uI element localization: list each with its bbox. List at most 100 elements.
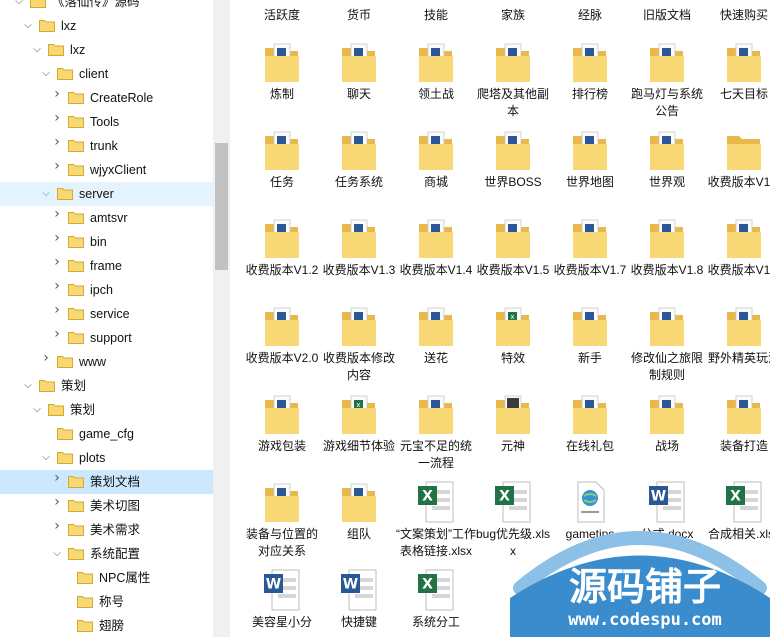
chevron-right-icon[interactable]: › — [41, 351, 51, 365]
file-item[interactable]: W 快捷键 — [319, 566, 399, 637]
file-label[interactable]: 快速购买 — [704, 7, 770, 24]
tree-item[interactable]: NPC属性 — [0, 566, 213, 590]
file-item[interactable]: x 游戏细节体验 — [319, 390, 399, 476]
file-label[interactable]: 技能 — [396, 7, 476, 24]
tree-item[interactable]: › amtsvr — [0, 206, 213, 230]
chevron-down-icon[interactable]: ⌵ — [41, 453, 51, 463]
chevron-right-icon[interactable]: › — [52, 111, 62, 125]
file-item[interactable]: 爬塔及其他副本 — [473, 38, 553, 124]
tree-item[interactable]: › 美术需求 — [0, 518, 213, 542]
chevron-right-icon[interactable]: › — [52, 207, 62, 221]
file-item[interactable]: W 美容星小分 — [242, 566, 322, 637]
file-item[interactable]: 装备与位置的对应关系 — [242, 478, 322, 564]
file-item[interactable]: 收费版本V1.1 — [704, 126, 770, 212]
chevron-right-icon[interactable]: › — [52, 255, 62, 269]
chevron-right-icon[interactable]: › — [52, 135, 62, 149]
file-item[interactable]: 排行榜 — [550, 38, 630, 124]
file-item[interactable]: 收费版本V1.3 — [319, 214, 399, 300]
file-item[interactable]: 收费版本V1.7 — [550, 214, 630, 300]
file-label[interactable]: 经脉 — [550, 7, 630, 24]
tree-item[interactable]: 翅膀 — [0, 614, 213, 637]
tree-item[interactable]: › wjyxClient — [0, 158, 213, 182]
file-item[interactable]: 元神 — [473, 390, 553, 476]
chevron-right-icon[interactable]: › — [52, 495, 62, 509]
tree-item[interactable]: ⌵ 系统配置 — [0, 542, 213, 566]
nav-scrollbar-thumb[interactable] — [215, 143, 228, 270]
tree-item[interactable]: ⌵ lxz — [0, 14, 213, 38]
file-item[interactable]: 世界BOSS — [473, 126, 553, 212]
tree-item[interactable]: › 策划文档 — [0, 470, 213, 494]
file-item[interactable]: 世界地图 — [550, 126, 630, 212]
file-item[interactable]: 游戏包装 — [242, 390, 322, 476]
file-label[interactable]: 家族 — [473, 7, 553, 24]
tree-item[interactable]: ⌵ 策划 — [0, 398, 213, 422]
file-item[interactable]: 炼制 — [242, 38, 322, 124]
chevron-right-icon[interactable]: › — [52, 519, 62, 533]
file-item[interactable]: 装备打造 — [704, 390, 770, 476]
chevron-down-icon[interactable]: ⌵ — [41, 189, 51, 199]
tree-item[interactable]: ⌵ lxz — [0, 38, 213, 62]
chevron-right-icon[interactable]: › — [52, 231, 62, 245]
file-item[interactable]: 聊天 — [319, 38, 399, 124]
tree-item[interactable]: › service — [0, 302, 213, 326]
chevron-down-icon[interactable]: ⌵ — [52, 549, 62, 559]
tree-item[interactable]: › www — [0, 350, 213, 374]
chevron-down-icon[interactable]: ⌵ — [32, 45, 42, 55]
file-item[interactable]: 领土战 — [396, 38, 476, 124]
tree-item[interactable]: ⌵ client — [0, 62, 213, 86]
file-item[interactable]: 收费版本V1.2 — [242, 214, 322, 300]
file-item[interactable]: 收费版本V2.0 — [242, 302, 322, 388]
file-item[interactable]: 世界观 — [627, 126, 707, 212]
file-item[interactable]: X 系统分工 — [396, 566, 476, 637]
file-item[interactable]: 跑马灯与系统公告 — [627, 38, 707, 124]
tree-item[interactable]: › CreateRole — [0, 86, 213, 110]
file-item[interactable]: X “文案策划”工作表格链接.xlsx — [396, 478, 476, 564]
chevron-right-icon[interactable]: › — [52, 279, 62, 293]
file-item[interactable]: 收费版本V1.5 — [473, 214, 553, 300]
file-item[interactable]: 修改仙之旅限制规则 — [627, 302, 707, 388]
file-item[interactable]: 在线礼包 — [550, 390, 630, 476]
file-item[interactable]: 收费版本V1.4 — [396, 214, 476, 300]
chevron-down-icon[interactable]: ⌵ — [14, 0, 24, 7]
chevron-down-icon[interactable]: ⌵ — [23, 21, 33, 31]
nav-scrollbar[interactable] — [213, 0, 230, 637]
file-item[interactable]: 任务 — [242, 126, 322, 212]
file-item[interactable]: 收费版本V1.9 — [704, 214, 770, 300]
tree-item[interactable]: › bin — [0, 230, 213, 254]
chevron-right-icon[interactable]: › — [52, 87, 62, 101]
chevron-down-icon[interactable]: ⌵ — [41, 69, 51, 79]
tree-item[interactable]: ⌵ 策划 — [0, 374, 213, 398]
tree-item[interactable]: ⌵ 《落仙传》源码 — [0, 0, 213, 14]
file-item[interactable]: 元宝不足的统一流程 — [396, 390, 476, 476]
chevron-right-icon[interactable]: › — [52, 471, 62, 485]
chevron-right-icon[interactable]: › — [52, 327, 62, 341]
tree-item[interactable]: › support — [0, 326, 213, 350]
file-label[interactable]: 活跃度 — [242, 7, 322, 24]
chevron-down-icon[interactable]: ⌵ — [23, 381, 33, 391]
file-item[interactable]: 任务系统 — [319, 126, 399, 212]
file-item[interactable]: 商城 — [396, 126, 476, 212]
file-label[interactable]: 货币 — [319, 7, 399, 24]
file-item[interactable]: 七天目标 — [704, 38, 770, 124]
tree-item[interactable]: › Tools — [0, 110, 213, 134]
tree-item[interactable]: game_cfg — [0, 422, 213, 446]
file-label[interactable]: 旧版文档 — [627, 7, 707, 24]
file-item[interactable]: 战场 — [627, 390, 707, 476]
file-item[interactable]: 组队 — [319, 478, 399, 564]
tree-item[interactable]: › 美术切图 — [0, 494, 213, 518]
file-item[interactable]: x 特效 — [473, 302, 553, 388]
file-item[interactable]: 收费版本V1.8 — [627, 214, 707, 300]
tree-item[interactable]: ⌵ server — [0, 182, 213, 206]
tree-item[interactable]: › ipch — [0, 278, 213, 302]
tree-item[interactable]: ⌵ plots — [0, 446, 213, 470]
chevron-right-icon[interactable]: › — [52, 159, 62, 173]
tree-item[interactable]: › trunk — [0, 134, 213, 158]
file-item[interactable]: 野外精英玩法 — [704, 302, 770, 388]
file-item[interactable]: 送花 — [396, 302, 476, 388]
chevron-right-icon[interactable]: › — [52, 303, 62, 317]
file-item[interactable]: 收费版本修改内容 — [319, 302, 399, 388]
tree-item[interactable]: 称号 — [0, 590, 213, 614]
tree-item[interactable]: › frame — [0, 254, 213, 278]
chevron-down-icon[interactable]: ⌵ — [32, 405, 42, 415]
file-item[interactable]: 新手 — [550, 302, 630, 388]
